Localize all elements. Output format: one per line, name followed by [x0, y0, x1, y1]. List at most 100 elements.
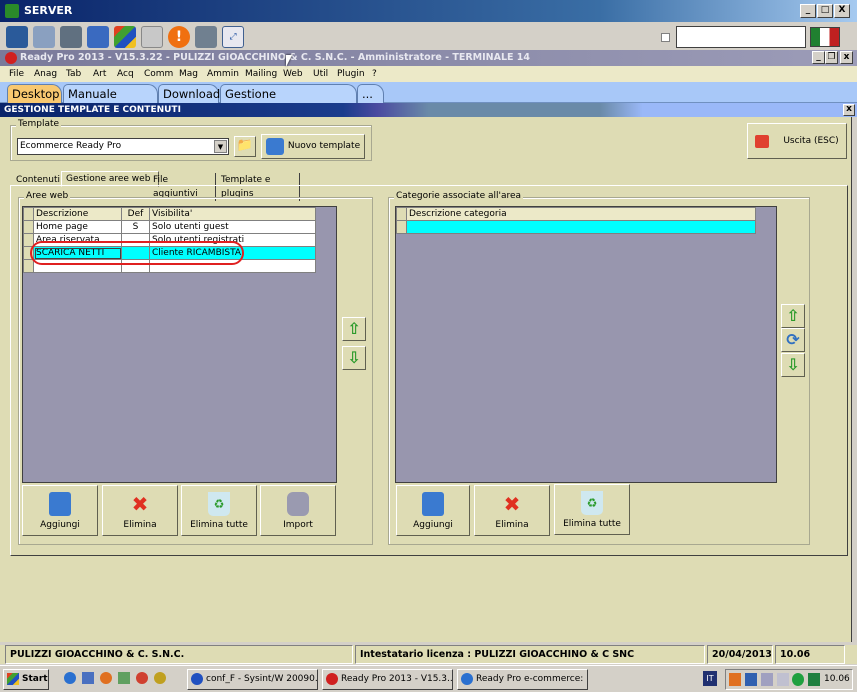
tray-icon[interactable] [745, 673, 757, 686]
tray-icon[interactable] [792, 673, 804, 686]
system-tray: 10.06 [725, 669, 853, 690]
keyboard-icon[interactable] [141, 26, 163, 48]
toolbar: ! ⤢ [0, 24, 857, 50]
menu-ammin[interactable]: Ammin [207, 66, 239, 82]
cell-descrizione-categoria[interactable] [406, 220, 756, 234]
categoria-elimina-button[interactable]: ✖ Elimina [474, 485, 550, 536]
template-select-value: Ecommerce Ready Pro [20, 141, 122, 151]
tab-gestione-messaggistica[interactable]: Gestione messaggistica [220, 84, 357, 119]
mdi-close-button[interactable]: x [840, 51, 853, 64]
aggiungi-button[interactable]: Aggiungi [22, 485, 98, 536]
status-date: 20/04/2013 [707, 645, 773, 664]
category-move-up-button[interactable]: ⇧ [781, 304, 805, 328]
fullscreen-icon[interactable]: ⤢ [222, 26, 244, 48]
windows-logo-icon[interactable] [114, 26, 136, 48]
elimina-button[interactable]: ✖ Elimina [102, 485, 178, 536]
tools-icon[interactable] [60, 26, 82, 48]
close-button[interactable]: X [834, 4, 850, 18]
add-icon [422, 492, 444, 516]
column-header[interactable]: Def [121, 207, 150, 221]
category-refresh-button[interactable]: ⟳ [781, 328, 805, 352]
elimina-tutte-button[interactable]: ♻ Elimina tutte [181, 485, 257, 536]
network-disconnect-icon[interactable] [195, 26, 217, 48]
tab-manuale-utente[interactable]: Manuale utente [63, 84, 158, 119]
move-up-button[interactable]: ⇧ [342, 317, 366, 341]
database-import-icon [287, 492, 309, 516]
category-move-down-button[interactable]: ⇩ [781, 353, 805, 377]
app-icon[interactable] [118, 672, 130, 684]
column-header[interactable]: Descrizione [33, 207, 122, 221]
menu-help[interactable]: ? [372, 66, 377, 82]
column-header[interactable]: Descrizione categoria [406, 207, 756, 221]
firefox-icon[interactable] [100, 672, 112, 684]
mdi-minimize-button[interactable]: _ [812, 51, 825, 64]
power-icon [755, 135, 769, 148]
categoria-elimina-tutte-button[interactable]: ♻ Elimina tutte [554, 484, 630, 535]
task-conf-f[interactable]: conf_F - Sysint/W 20090... [187, 669, 318, 690]
tab-more[interactable]: ... [357, 84, 384, 103]
menu-web[interactable]: Web [283, 66, 303, 82]
explorer-icon[interactable] [82, 672, 94, 684]
status-license: Intestatario licenza : PULIZZI GIOACCHIN… [355, 645, 705, 664]
chevron-down-icon[interactable]: ▼ [214, 140, 227, 153]
status-time: 10.06 [775, 645, 845, 664]
categoria-aggiungi-button[interactable]: Aggiungi [396, 485, 470, 536]
new-template-button[interactable]: Nuovo template [261, 134, 365, 159]
section-close-button[interactable]: x [843, 104, 855, 116]
move-down-button[interactable]: ⇩ [342, 346, 366, 370]
template-select[interactable]: Ecommerce Ready Pro ▼ [17, 138, 229, 155]
tray-icon[interactable] [729, 673, 741, 686]
button-label: Elimina [123, 520, 157, 530]
column-header[interactable]: Visibilita' [149, 207, 316, 221]
status-bar: PULIZZI GIOACCHINO & C. S.N.C. Intestata… [0, 645, 857, 664]
toolbar-checkbox[interactable] [661, 33, 670, 42]
menu-file[interactable]: File [9, 66, 24, 82]
import-button[interactable]: Import [260, 485, 336, 536]
refresh-icon: ⟳ [786, 330, 800, 349]
start-button[interactable]: Start [3, 669, 49, 690]
mouse-cursor-icon [286, 55, 292, 67]
open-folder-button[interactable]: 📁 [234, 136, 256, 157]
cell-def[interactable]: S [121, 220, 150, 234]
app2-icon[interactable] [154, 672, 166, 684]
task-ready-pro-ecommerce[interactable]: Ready Pro e-commerce: ... [457, 669, 588, 690]
tray-icon[interactable] [777, 673, 789, 686]
table-row[interactable]: Home page S Solo utenti guest [23, 220, 316, 234]
windows-icon[interactable] [33, 26, 55, 48]
maximize-button[interactable]: □ [817, 4, 833, 18]
window-titlebar: SERVER _ □ X [0, 0, 857, 22]
menu-util[interactable]: Util [313, 66, 328, 82]
italian-flag-icon [810, 27, 840, 47]
menu-acq[interactable]: Acq [117, 66, 134, 82]
tray-icon[interactable] [761, 673, 773, 686]
arrow-up-icon: ⇧ [347, 319, 361, 338]
chrome-icon[interactable] [136, 672, 148, 684]
cell-descrizione[interactable]: Home page [33, 220, 122, 234]
monitor-icon[interactable] [6, 26, 28, 48]
menu-comm[interactable]: Comm [144, 66, 173, 82]
tab-download[interactable]: Download [158, 84, 220, 103]
tray-icon[interactable] [808, 673, 820, 686]
minimize-button[interactable]: _ [800, 4, 816, 18]
menu-plugin[interactable]: Plugin [337, 66, 365, 82]
table-row-selected[interactable] [396, 220, 756, 234]
alert-icon[interactable]: ! [168, 26, 190, 48]
task-ready-pro[interactable]: Ready Pro 2013 - V15.3.... [322, 669, 453, 690]
menu-tab[interactable]: Tab [66, 66, 81, 82]
cell-visibilita[interactable]: Solo utenti guest [149, 220, 316, 234]
mdi-restore-button[interactable]: ❐ [825, 51, 838, 64]
ie-icon[interactable] [64, 672, 76, 684]
windows-logo-icon [7, 673, 19, 685]
refresh-icon[interactable] [87, 26, 109, 48]
toolbar-input[interactable] [676, 26, 806, 48]
tray-clock[interactable]: 10.06 [824, 673, 850, 686]
tab-desktop[interactable]: Desktop [7, 84, 62, 103]
menu-mailing[interactable]: Mailing [245, 66, 277, 82]
menu-anag[interactable]: Anag [34, 66, 57, 82]
menu-art[interactable]: Art [93, 66, 106, 82]
exit-button[interactable]: Uscita (ESC) [747, 123, 847, 159]
menu-mag[interactable]: Mag [179, 66, 198, 82]
language-indicator[interactable]: IT [703, 671, 717, 686]
app-title: Ready Pro 2013 - V15.3.22 - PULIZZI GIOA… [20, 52, 531, 63]
button-label: Aggiungi [413, 520, 453, 530]
